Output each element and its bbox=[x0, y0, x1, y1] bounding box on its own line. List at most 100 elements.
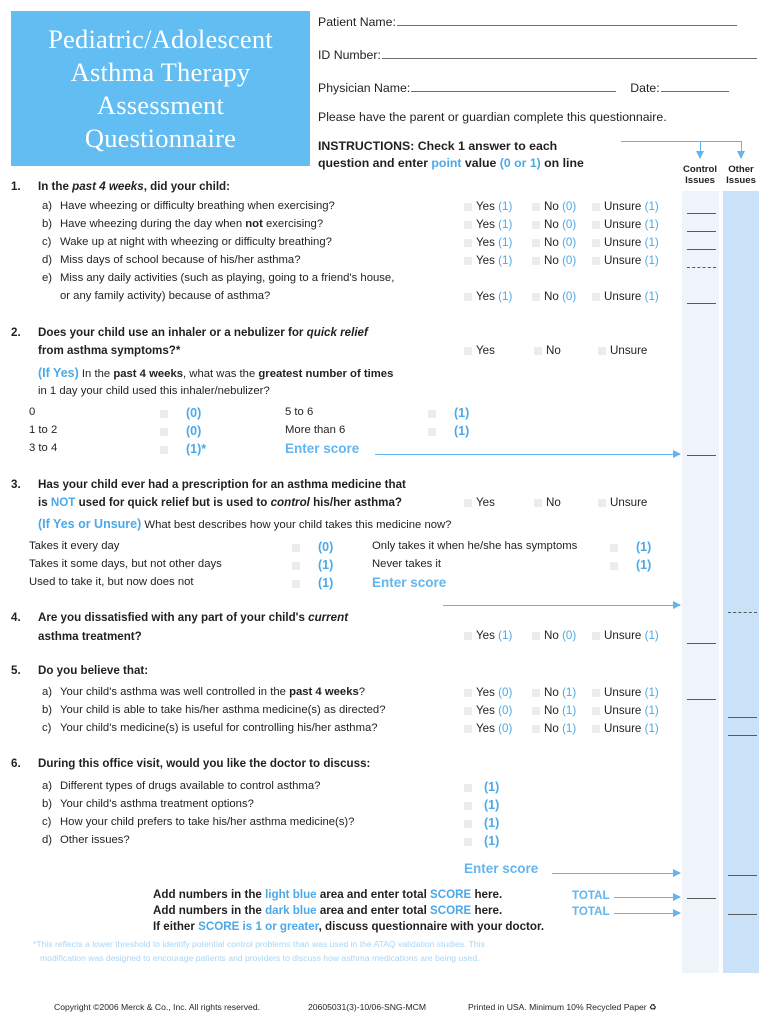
q3-option-0[interactable]: (0) bbox=[292, 540, 333, 554]
q2-option-0[interactable]: (0) bbox=[160, 406, 201, 420]
checkbox-icon[interactable] bbox=[292, 544, 300, 552]
q5-item-c-unsure[interactable]: Unsure (1) bbox=[592, 722, 659, 735]
q3-option-4[interactable]: (1) bbox=[610, 558, 651, 572]
checkbox-icon[interactable] bbox=[464, 257, 472, 265]
q6-item-c-checkbox[interactable]: (1) bbox=[464, 816, 499, 830]
q1-item-d-yes[interactable]: Yes (1) bbox=[464, 254, 512, 267]
q5-item-a-unsure[interactable]: Unsure (1) bbox=[592, 686, 659, 699]
q5-item-a-score-line[interactable] bbox=[687, 699, 716, 700]
q2-option-3[interactable]: (1) bbox=[428, 406, 469, 420]
q2-option-1[interactable]: (0) bbox=[160, 424, 201, 438]
checkbox-icon[interactable] bbox=[532, 239, 540, 247]
checkbox-icon[interactable] bbox=[160, 428, 168, 436]
q4-score-line[interactable] bbox=[687, 643, 716, 644]
q5-item-b-score-line[interactable] bbox=[728, 717, 757, 718]
q3-yes[interactable]: Yes bbox=[464, 496, 495, 509]
checkbox-icon[interactable] bbox=[610, 544, 618, 552]
checkbox-icon[interactable] bbox=[464, 820, 472, 828]
q1-item-a-yes[interactable]: Yes (1) bbox=[464, 200, 512, 213]
checkbox-icon[interactable] bbox=[464, 838, 472, 846]
checkbox-icon[interactable] bbox=[598, 347, 606, 355]
total-other-line[interactable] bbox=[728, 914, 757, 915]
checkbox-icon[interactable] bbox=[160, 446, 168, 454]
q5-item-b-no[interactable]: No (1) bbox=[532, 704, 576, 717]
q1-item-b-yes[interactable]: Yes (1) bbox=[464, 218, 512, 231]
q3-option-2[interactable]: (1) bbox=[292, 576, 333, 590]
q2-no[interactable]: No bbox=[534, 344, 561, 357]
checkbox-icon[interactable] bbox=[160, 410, 168, 418]
q3-score-line[interactable] bbox=[728, 612, 757, 613]
checkbox-icon[interactable] bbox=[428, 428, 436, 436]
q3-option-1[interactable]: (1) bbox=[292, 558, 333, 572]
q1-item-c-no[interactable]: No (0) bbox=[532, 236, 576, 249]
checkbox-icon[interactable] bbox=[592, 203, 600, 211]
q1-item-d-no[interactable]: No (0) bbox=[532, 254, 576, 267]
q3-option-3[interactable]: (1) bbox=[610, 540, 651, 554]
q5-item-c-no[interactable]: No (1) bbox=[532, 722, 576, 735]
checkbox-icon[interactable] bbox=[592, 293, 600, 301]
patient-name-input[interactable] bbox=[396, 14, 737, 26]
q1-item-d-score-line[interactable] bbox=[687, 267, 716, 268]
checkbox-icon[interactable] bbox=[532, 221, 540, 229]
q1-item-e-yes[interactable]: Yes (1) bbox=[464, 290, 512, 303]
checkbox-icon[interactable] bbox=[464, 221, 472, 229]
checkbox-icon[interactable] bbox=[592, 239, 600, 247]
checkbox-icon[interactable] bbox=[464, 725, 472, 733]
q1-item-e-score-line[interactable] bbox=[687, 303, 716, 304]
q1-item-b-unsure[interactable]: Unsure (1) bbox=[592, 218, 659, 231]
checkbox-icon[interactable] bbox=[464, 239, 472, 247]
checkbox-icon[interactable] bbox=[464, 689, 472, 697]
q4-no[interactable]: No (0) bbox=[532, 629, 576, 642]
checkbox-icon[interactable] bbox=[592, 221, 600, 229]
checkbox-icon[interactable] bbox=[464, 784, 472, 792]
total-control-line[interactable] bbox=[687, 898, 716, 899]
checkbox-icon[interactable] bbox=[292, 562, 300, 570]
q5-item-c-score-line[interactable] bbox=[728, 735, 757, 736]
q1-item-a-unsure[interactable]: Unsure (1) bbox=[592, 200, 659, 213]
checkbox-icon[interactable] bbox=[592, 632, 600, 640]
checkbox-icon[interactable] bbox=[592, 707, 600, 715]
q2-option-4[interactable]: (1) bbox=[428, 424, 469, 438]
q2-unsure[interactable]: Unsure bbox=[598, 344, 647, 357]
q1-item-a-no[interactable]: No (0) bbox=[532, 200, 576, 213]
q1-item-b-no[interactable]: No (0) bbox=[532, 218, 576, 231]
checkbox-icon[interactable] bbox=[464, 499, 472, 507]
checkbox-icon[interactable] bbox=[532, 725, 540, 733]
checkbox-icon[interactable] bbox=[592, 689, 600, 697]
q5-item-a-yes[interactable]: Yes (0) bbox=[464, 686, 512, 699]
q4-yes[interactable]: Yes (1) bbox=[464, 629, 512, 642]
q1-item-c-yes[interactable]: Yes (1) bbox=[464, 236, 512, 249]
q5-item-b-yes[interactable]: Yes (0) bbox=[464, 704, 512, 717]
checkbox-icon[interactable] bbox=[464, 632, 472, 640]
checkbox-icon[interactable] bbox=[532, 293, 540, 301]
q1-item-c-score-line[interactable] bbox=[687, 249, 716, 250]
q1-item-e-no[interactable]: No (0) bbox=[532, 290, 576, 303]
q6-score-line[interactable] bbox=[728, 875, 757, 876]
checkbox-icon[interactable] bbox=[598, 499, 606, 507]
q2-option-2[interactable]: (1)* bbox=[160, 442, 206, 456]
checkbox-icon[interactable] bbox=[592, 257, 600, 265]
q4-unsure[interactable]: Unsure (1) bbox=[592, 629, 659, 642]
q5-item-b-unsure[interactable]: Unsure (1) bbox=[592, 704, 659, 717]
q3-unsure[interactable]: Unsure bbox=[598, 496, 647, 509]
q6-item-a-checkbox[interactable]: (1) bbox=[464, 780, 499, 794]
q1-item-b-score-line[interactable] bbox=[687, 231, 716, 232]
checkbox-icon[interactable] bbox=[534, 347, 542, 355]
checkbox-icon[interactable] bbox=[464, 203, 472, 211]
q5-item-c-yes[interactable]: Yes (0) bbox=[464, 722, 512, 735]
q6-item-b-checkbox[interactable]: (1) bbox=[464, 798, 499, 812]
q3-no[interactable]: No bbox=[534, 496, 561, 509]
checkbox-icon[interactable] bbox=[292, 580, 300, 588]
checkbox-icon[interactable] bbox=[428, 410, 436, 418]
checkbox-icon[interactable] bbox=[532, 689, 540, 697]
q5-item-a-no[interactable]: No (1) bbox=[532, 686, 576, 699]
checkbox-icon[interactable] bbox=[532, 257, 540, 265]
checkbox-icon[interactable] bbox=[464, 707, 472, 715]
checkbox-icon[interactable] bbox=[592, 725, 600, 733]
q1-item-d-unsure[interactable]: Unsure (1) bbox=[592, 254, 659, 267]
checkbox-icon[interactable] bbox=[532, 632, 540, 640]
q1-item-a-score-line[interactable] bbox=[687, 213, 716, 214]
id-number-input[interactable] bbox=[381, 47, 757, 59]
date-input[interactable] bbox=[660, 80, 729, 92]
q6-item-d-checkbox[interactable]: (1) bbox=[464, 834, 499, 848]
